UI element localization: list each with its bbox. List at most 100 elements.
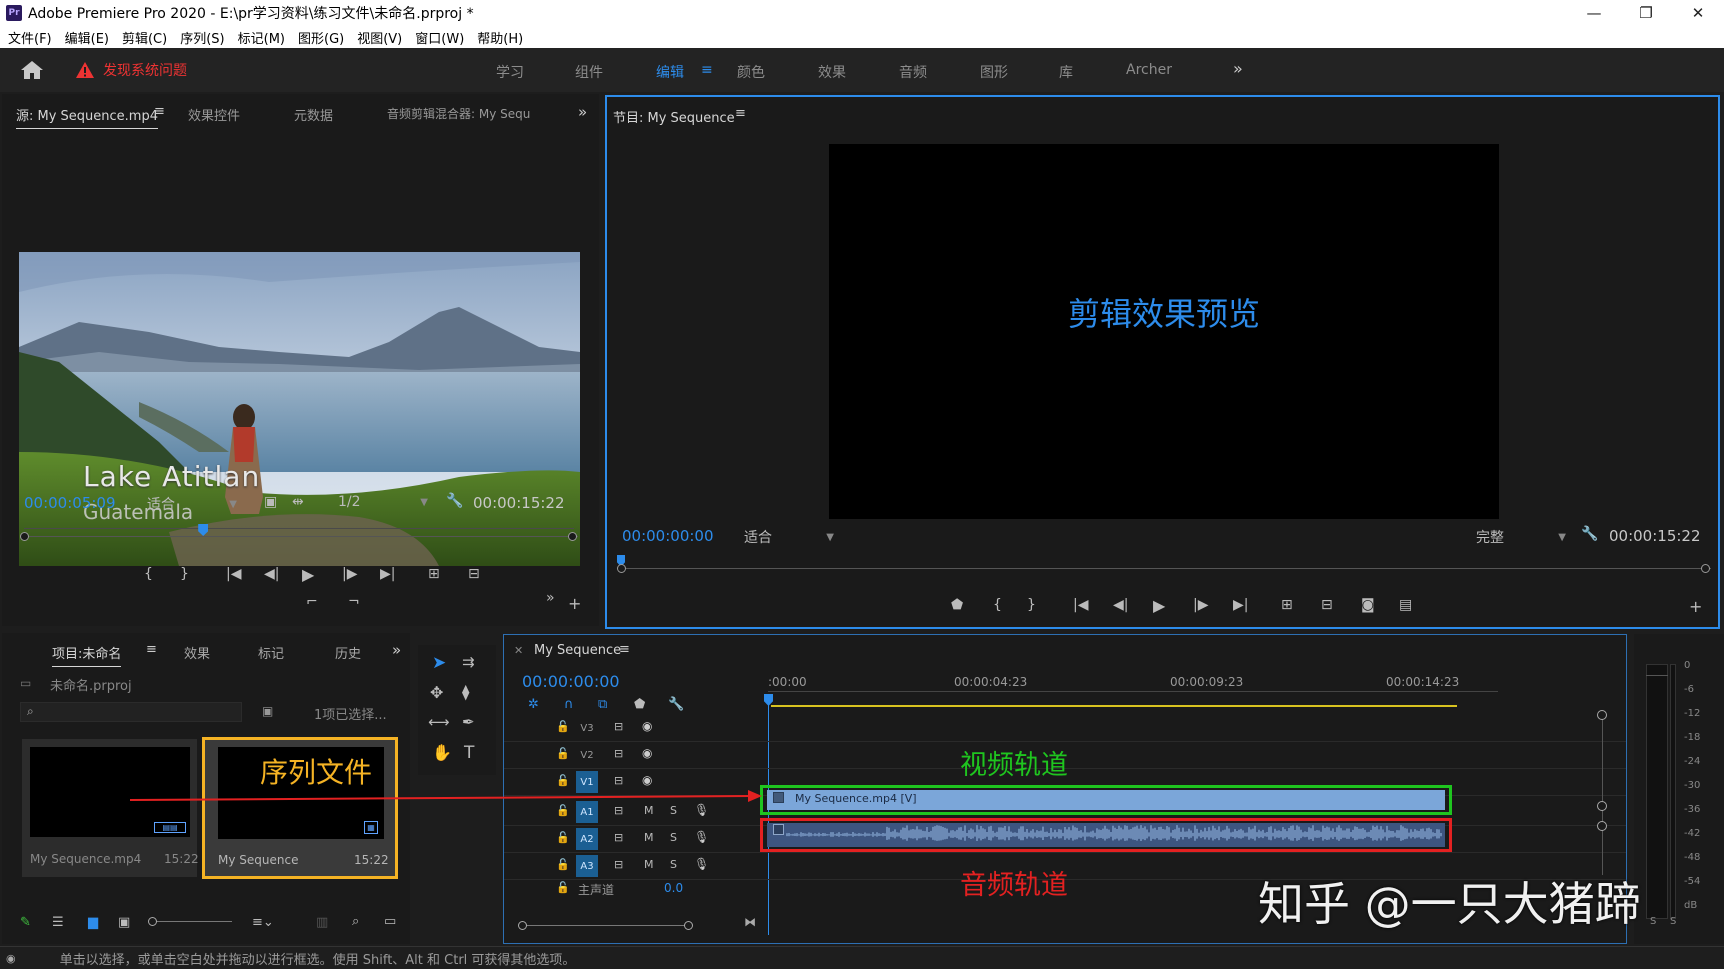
program-video-frame[interactable]: 剪辑效果预览 [829, 144, 1499, 519]
tab-source[interactable]: 源: My Sequence.mp4 [16, 105, 158, 129]
zoom-handle-left[interactable] [20, 532, 29, 541]
track-label-a2[interactable]: A2 [576, 828, 598, 850]
mute-button[interactable]: M [644, 804, 654, 817]
source-more-button[interactable]: » [578, 103, 587, 121]
linked-selection-icon[interactable]: ⧉ [598, 697, 607, 712]
menu-graphics[interactable]: 图形(G) [298, 28, 344, 47]
work-area-bar[interactable] [771, 705, 1457, 707]
thumbnail-size-slider[interactable] [148, 917, 232, 926]
source-scrub-bar[interactable] [20, 524, 578, 546]
program-title[interactable]: 节目: My Sequence [613, 107, 735, 126]
vertical-scrollbar[interactable] [1602, 715, 1603, 875]
track-label-a3[interactable]: A3 [576, 855, 598, 877]
sync-lock-icon[interactable]: ⊟ [614, 747, 623, 760]
microphone-icon[interactable]: 🎙 [694, 803, 709, 817]
sync-lock-icon[interactable]: ⊟ [614, 831, 623, 844]
go-to-in-button[interactable]: |◀ [226, 566, 241, 582]
menu-view[interactable]: 视图(V) [357, 28, 402, 47]
eye-icon[interactable]: ◉ [642, 746, 652, 760]
sync-lock-icon[interactable]: ⊟ [614, 774, 623, 787]
source-video-frame[interactable]: Lake Atitlan Guatemala [19, 252, 580, 566]
lift-button[interactable]: ⊞ [1281, 597, 1293, 613]
track-label-v2[interactable]: V2 [576, 744, 598, 766]
automate-icon[interactable]: ▥ [316, 915, 328, 930]
program-zoom-select[interactable]: 适合 ▼ [744, 527, 834, 547]
program-quality-select[interactable]: 完整 ▼ [1476, 527, 1566, 547]
add-marker-icon[interactable]: ⬟ [634, 697, 645, 712]
workspace-tab-effects[interactable]: 效果 [818, 62, 846, 82]
play-button[interactable]: ▶ [302, 565, 314, 584]
project-more-button[interactable]: » [392, 641, 401, 659]
microphone-icon[interactable]: 🎙 [694, 857, 709, 871]
audio-clip[interactable] [767, 823, 1445, 847]
zoom-handle-right[interactable] [568, 532, 577, 541]
source-playhead[interactable] [198, 524, 209, 536]
tab-effects[interactable]: 效果 [184, 643, 210, 662]
close-button[interactable]: ✕ [1672, 0, 1724, 26]
nest-sequence-icon[interactable]: ✲ [528, 697, 539, 712]
slip-tool-icon[interactable]: ⟷ [428, 713, 450, 731]
drag-video-icon[interactable]: ⇹ [292, 494, 304, 510]
solo-button[interactable]: S [670, 858, 677, 871]
lock-icon[interactable]: 🔓 [556, 831, 570, 844]
play-button[interactable]: ▶ [1153, 596, 1165, 615]
new-bin-folder-icon[interactable]: ▭ [384, 914, 396, 929]
sync-lock-icon[interactable]: ⊟ [614, 858, 623, 871]
source-panel-menu-icon[interactable]: ≡ [154, 104, 165, 119]
close-tab-icon[interactable]: ✕ [514, 644, 523, 657]
go-to-end-icon[interactable]: ⧓ [744, 915, 756, 929]
lock-icon[interactable]: 🔓 [556, 747, 570, 760]
workspace-tab-archer[interactable]: Archer [1126, 62, 1172, 78]
workspace-menu-icon[interactable]: ≡ [701, 62, 713, 78]
timeline-menu-icon[interactable]: ≡ [619, 642, 630, 657]
lock-icon[interactable]: 🔓 [556, 804, 570, 817]
menu-file[interactable]: 文件(F) [8, 28, 52, 47]
program-timecode[interactable]: 00:00:00:00 [622, 527, 714, 545]
freeform-view-icon[interactable]: ▣ [118, 915, 130, 930]
add-marker-button[interactable]: ⬟ [951, 597, 963, 613]
go-to-out-button[interactable]: ▶| [1233, 597, 1248, 613]
eye-icon[interactable]: ◉ [642, 719, 652, 733]
solo-button[interactable]: S [670, 804, 677, 817]
workspace-tab-color[interactable]: 颜色 [737, 62, 765, 82]
eye-icon[interactable]: ◉ [642, 773, 652, 787]
project-item-sequence[interactable]: 序列文件 ▦ My Sequence 15:22 [202, 737, 398, 879]
menu-window[interactable]: 窗口(W) [415, 28, 464, 47]
list-view-icon[interactable]: ☰ [52, 915, 64, 930]
lock-icon[interactable]: 🔓 [556, 881, 570, 894]
project-menu-icon[interactable]: ≡ [146, 642, 157, 657]
razor-tool-icon[interactable]: ⧫ [462, 683, 469, 701]
track-label-v3[interactable]: V3 [576, 717, 598, 739]
tab-project[interactable]: 项目:未命名 [52, 643, 122, 667]
mark-out-button[interactable]: } [1027, 597, 1036, 613]
program-menu-icon[interactable]: ≡ [735, 106, 746, 121]
video-clip[interactable]: My Sequence.mp4 [V] [767, 790, 1445, 810]
time-ruler[interactable]: :00:00 00:00:04:23 00:00:09:23 00:00:14:… [764, 671, 1498, 707]
tab-history[interactable]: 历史 [335, 643, 361, 662]
go-to-out-button[interactable]: ▶| [380, 566, 395, 582]
scroll-handle[interactable] [684, 921, 693, 930]
hand-tool-icon[interactable]: ✋ [432, 743, 452, 762]
menu-clip[interactable]: 剪辑(C) [122, 28, 167, 47]
tab-effect-controls[interactable]: 效果控件 [188, 105, 240, 124]
track-label-a1[interactable]: A1 [576, 801, 598, 823]
find-icon[interactable]: ⌕ [352, 914, 359, 929]
scroll-handle[interactable] [1597, 821, 1607, 831]
source-zoom-select[interactable]: 适合 ▼ [147, 494, 237, 514]
icon-view-icon[interactable]: ▆ [88, 915, 98, 930]
lock-icon[interactable]: 🔓 [556, 720, 570, 733]
extract-button[interactable]: ⊟ [1321, 597, 1333, 613]
workspace-tab-audio[interactable]: 音频 [899, 62, 927, 82]
timeline-tab[interactable]: My Sequence [534, 643, 621, 658]
scroll-handle[interactable] [1597, 801, 1607, 811]
system-warning[interactable]: 发现系统问题 [76, 60, 187, 80]
track-select-tool-icon[interactable]: ⇉ [462, 653, 475, 671]
scroll-handle[interactable] [1597, 710, 1607, 720]
mark-clip-out-button[interactable]: ¬ [348, 594, 360, 610]
step-forward-button[interactable]: |▶ [1193, 597, 1208, 613]
minimize-button[interactable]: — [1568, 0, 1620, 26]
source-timecode[interactable]: 00:00:05:09 [24, 494, 116, 512]
step-back-button[interactable]: ◀| [264, 566, 279, 582]
lock-icon[interactable]: 🔓 [556, 858, 570, 871]
snap-icon[interactable]: ∩ [564, 697, 574, 712]
